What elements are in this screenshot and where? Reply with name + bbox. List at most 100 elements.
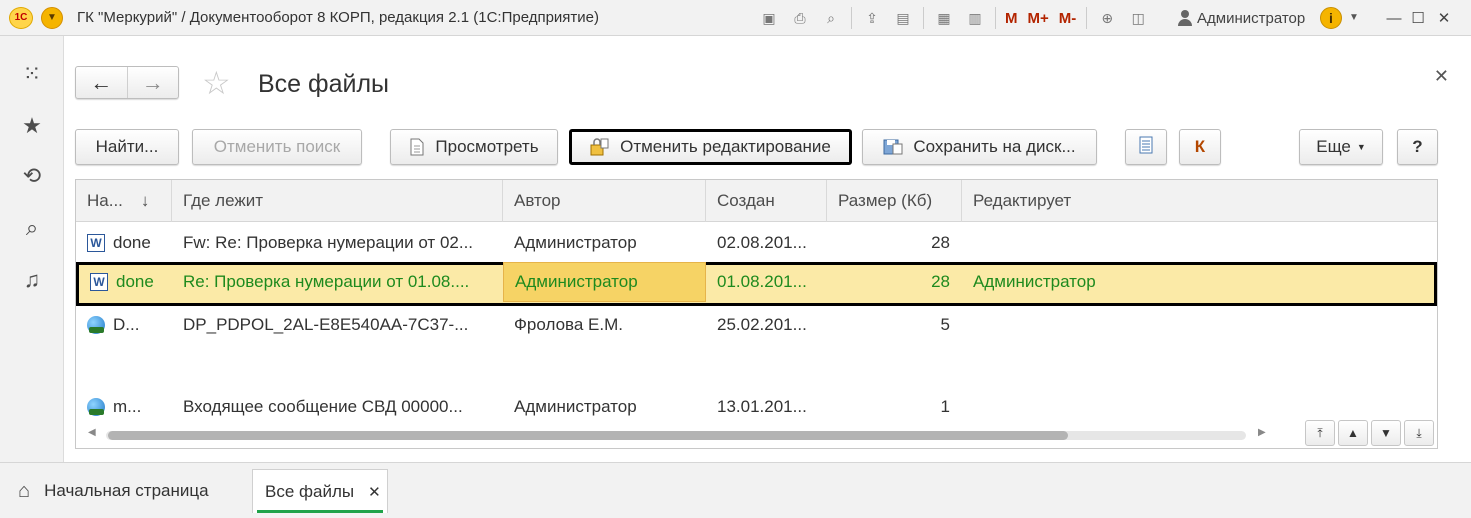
column-header-size[interactable]: Размер (Кб) [827,180,962,222]
save-disk-icon [883,138,903,156]
word-document-icon: W [90,273,108,291]
web-file-icon [87,398,105,416]
user-icon [1178,10,1192,26]
column-header-name[interactable]: На... ↓ [76,180,172,222]
chevron-down-icon[interactable]: ▼ [1349,12,1359,23]
table-row[interactable]: W done Fw: Re: Проверка нумерации от 02.… [76,223,1437,263]
column-header-location[interactable]: Где лежит [172,180,503,222]
calendar-icon[interactable]: ▥ [964,7,986,29]
editor-cell [962,305,1437,345]
view-button-label: Просмотреть [435,137,539,156]
save-icon[interactable]: ▣ [758,7,780,29]
view-button[interactable]: Просмотреть [390,129,558,165]
cancel-search-button[interactable]: Отменить поиск [192,129,362,165]
scroll-thumb[interactable] [108,431,1068,440]
title-bar: 1С ▼ ГК "Меркурий" / Документооборот 8 К… [0,0,1471,36]
table-row[interactable]: m... Входящее сообщение СВД 00000... Адм… [76,392,1437,422]
web-file-icon [87,316,105,334]
file-name: done [113,233,151,252]
find-button[interactable]: Найти... [75,129,179,165]
more-button-label: Еще [1316,137,1351,156]
preview-icon[interactable]: ⌕ [820,7,842,29]
file-name: m... [113,397,142,416]
home-tab-label: Начальная страница [44,481,209,500]
scroll-left-icon[interactable]: ◀ [88,427,96,438]
help-button[interactable]: ? [1397,129,1438,165]
memory-m-plus-button[interactable]: M+ [1028,7,1049,29]
favorites-star-icon[interactable]: ★ [18,112,46,140]
home-icon: ⌂ [18,479,31,502]
file-name-cell: m... [76,392,172,422]
editor-cell: Администратор [973,272,1096,291]
author-cell: Фролова Е.М. [514,315,623,334]
separator [923,7,924,29]
go-to-first-button[interactable]: ⤒ [1305,420,1335,446]
tab-all-files[interactable]: Все файлы ✕ [252,469,388,513]
memory-m-button[interactable]: M [1005,7,1018,29]
horizontal-scrollbar[interactable]: ◀ ▶ [86,425,1266,443]
memory-m-minus-button[interactable]: M- [1059,7,1077,29]
1c-logo-icon: 1С [9,6,33,29]
separator [995,7,996,29]
page-title: Все файлы [258,70,390,98]
notifications-bell-icon[interactable]: ♫ [18,266,46,294]
info-icon[interactable]: i [1320,7,1342,29]
upload-icon[interactable]: ⇪ [861,7,883,29]
history-icon[interactable]: ⟲ [18,162,46,190]
file-name-cell: W done [76,223,172,263]
sections-menu-icon[interactable]: ⁙ [18,60,46,88]
zoom-icon[interactable]: ⊕ [1096,7,1118,29]
author-cell: Администратор [514,397,637,416]
save-to-disk-label: Сохранить на диск... [913,137,1076,156]
print-icon[interactable]: ⎙ [789,7,811,29]
table-row-selected[interactable]: W done Re: Проверка нумерации от 01.08..… [76,262,1437,306]
author-cell: Администратор [514,233,637,252]
column-header-editor[interactable]: Редактирует [962,180,1437,222]
save-to-disk-button[interactable]: Сохранить на диск... [862,129,1097,165]
navigation-buttons: ← → [75,66,179,99]
location-cell: Fw: Re: Проверка нумерации от 02... [183,233,474,252]
scroll-right-icon[interactable]: ▶ [1258,427,1266,438]
favorite-star-icon[interactable]: ☆ [202,66,231,100]
more-button[interactable]: Еще ▼ [1299,129,1383,165]
separator [1086,7,1088,29]
list-view-button[interactable] [1125,129,1167,165]
created-cell: 02.08.201... [717,233,807,252]
size-cell: 5 [940,315,950,334]
column-header-author[interactable]: Автор [503,180,706,222]
files-table: На... ↓ Где лежит Автор Создан Размер (К… [75,179,1438,449]
close-tab-icon[interactable]: ✕ [368,483,381,501]
back-arrow-icon[interactable]: ← [76,67,127,98]
column-label: На... [87,191,123,210]
main-content: ← → ☆ Все файлы ✕ Найти... Отменить поис… [64,36,1471,462]
go-to-last-button[interactable]: ⤓ [1404,420,1434,446]
search-icon[interactable]: ⌕ [18,214,46,242]
move-down-button[interactable]: ▼ [1371,420,1401,446]
maximize-button[interactable]: ☐ [1406,6,1430,30]
file-name: done [116,272,154,291]
file-name-cell: W done [79,262,172,302]
calculator-icon[interactable]: ▦ [933,7,955,29]
sort-arrow-icon: ↓ [140,191,150,210]
panels-icon[interactable]: ◫ [1127,7,1149,29]
active-tab-indicator [257,510,383,513]
tab-label: Все файлы [265,481,355,501]
table-row[interactable]: D... DP_PDPOL_2AL-E8E540AA-7C37-... Фрол… [76,305,1437,345]
forward-arrow-icon[interactable]: → [126,67,179,98]
titlebar-tools: ▣ ⎙ ⌕ ⇪ ▤ ▦ ▥ M M+ M- ⊕ ◫ [758,0,1158,36]
created-cell: 25.02.201... [717,315,807,334]
home-page-tab[interactable]: ⌂ Начальная страница [18,477,209,505]
move-up-button[interactable]: ▲ [1338,420,1368,446]
cancel-editing-button[interactable]: Отменить редактирование [569,129,852,165]
current-user[interactable]: Администратор [1178,0,1305,36]
scanner-icon[interactable]: ▤ [892,7,914,29]
user-name: Администратор [1197,9,1306,27]
close-form-icon[interactable]: ✕ [1434,66,1449,87]
k-button[interactable]: К [1179,129,1221,165]
created-cell: 13.01.201... [717,397,807,416]
table-header: На... ↓ Где лежит Автор Создан Размер (К… [76,180,1437,222]
minimize-button[interactable]: — [1382,6,1406,30]
close-window-button[interactable]: ✕ [1432,6,1456,30]
column-header-created[interactable]: Создан [706,180,827,222]
main-menu-button[interactable]: ▼ [41,6,63,29]
